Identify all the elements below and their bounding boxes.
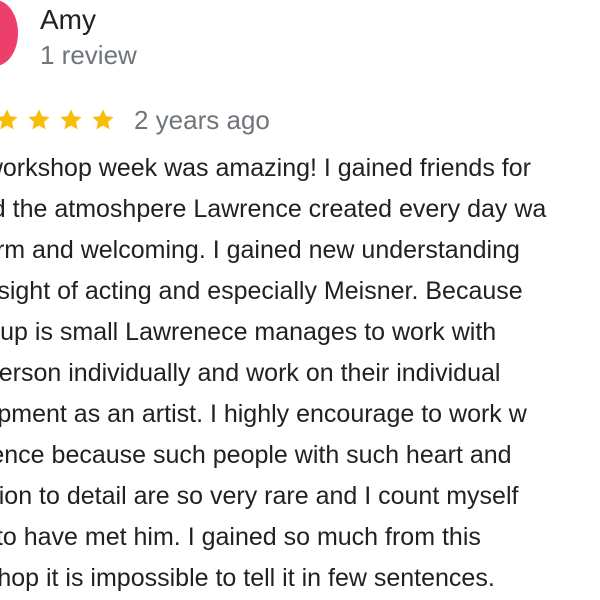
review-card: Amy 1 review 2 years ago e workshop week… — [0, 0, 600, 600]
avatar[interactable] — [0, 0, 18, 66]
reviewer-review-count[interactable]: 1 review — [40, 40, 137, 71]
star-icon — [58, 107, 84, 133]
review-text-line: e workshop week was amazing! I gained fr… — [0, 154, 531, 182]
review-text-line: h person individually and work on their … — [0, 359, 501, 387]
review-text-line: warm and welcoming. I gained new underst… — [0, 236, 520, 264]
star-rating — [0, 107, 122, 133]
review-text-line: t insight of acting and especially Meisn… — [0, 277, 523, 305]
star-icon — [90, 107, 116, 133]
review-text-line: elopment as an artist. I highly encourag… — [0, 400, 527, 428]
review-date: 2 years ago — [134, 104, 270, 135]
review-text-line: ky to have met him. I gained so much fro… — [0, 523, 481, 551]
review-text-line: wrence because such people with such hea… — [0, 441, 512, 469]
star-icon — [0, 107, 20, 133]
review-text-line: ention to detail are so very rare and I … — [0, 482, 519, 510]
review-text-line: rkshop it is impossible to tell it in fe… — [0, 564, 495, 592]
star-icon — [26, 107, 52, 133]
review-text: e workshop week was amazing! I gained fr… — [0, 148, 600, 599]
reviewer-name[interactable]: Amy — [40, 4, 96, 36]
rating-row: 2 years ago — [0, 102, 270, 138]
review-text-line: and the atmoshpere Lawrence created ever… — [0, 195, 547, 223]
review-text-line: group is small Lawrenece manages to work… — [0, 318, 497, 346]
